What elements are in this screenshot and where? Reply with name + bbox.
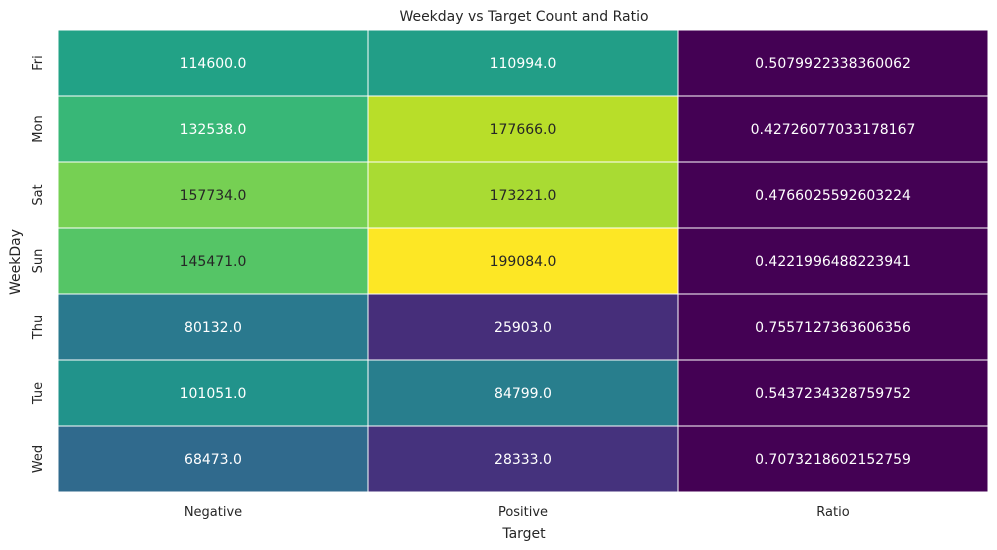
cell-label-sun-ratio: 0.4221996488223941 [755,254,911,270]
cell-label-wed-negative: 68473.0 [184,452,242,468]
cell-label-sat-positive: 173221.0 [490,188,557,204]
y-tick-label-tue: Tue [31,382,46,405]
cell-label-tue-positive: 84799.0 [494,386,552,402]
cell-label-thu-ratio: 0.7557127363606356 [755,320,911,336]
cell-label-mon-positive: 177666.0 [490,122,557,138]
cell-label-fri-ratio: 0.5079922338360062 [755,56,911,72]
x-axis-ticks: Negative Positive Ratio [184,505,850,520]
x-tick-label-ratio: Ratio [816,505,849,520]
cell-label-fri-negative: 114600.0 [180,56,247,72]
cell-label-thu-negative: 80132.0 [184,320,242,336]
cell-label-mon-negative: 132538.0 [180,122,247,138]
cell-label-fri-positive: 110994.0 [490,56,557,72]
x-tick-label-negative: Negative [184,505,242,520]
heatmap-cells: 114600.0 110994.0 0.5079922338360062 132538… [57,29,989,493]
chart-title: Weekday vs Target Count and Ratio [399,9,648,25]
cell-label-tue-ratio: 0.5437234328759752 [755,386,911,402]
x-tick-label-positive: Positive [498,505,548,520]
cell-label-thu-positive: 25903.0 [494,320,552,336]
y-tick-label-sun: Sun [31,249,46,274]
cell-label-wed-ratio: 0.7073218602152759 [755,452,911,468]
cell-label-tue-negative: 101051.0 [180,386,247,402]
cell-label-wed-positive: 28333.0 [494,452,552,468]
y-tick-label-mon: Mon [31,115,46,142]
y-tick-label-wed: Wed [31,445,46,473]
cell-label-mon-ratio: 0.42726077033178167 [751,122,916,138]
y-tick-label-sat: Sat [31,184,46,205]
cell-label-sun-negative: 145471.0 [180,254,247,270]
heatmap-chart: Weekday vs Target Count and Ratio 114600… [8,9,989,542]
cell-label-sun-positive: 199084.0 [490,254,557,270]
x-axis-label: Target [501,526,546,542]
cell-label-sat-negative: 157734.0 [180,188,247,204]
y-tick-label-thu: Thu [31,315,46,340]
y-tick-label-fri: Fri [31,55,46,71]
cell-label-sat-ratio: 0.4766025592603224 [755,188,911,204]
y-axis-label: WeekDay [8,229,24,295]
y-axis-ticks: Fri Mon Sat Sun Thu Tue Wed [31,55,46,473]
